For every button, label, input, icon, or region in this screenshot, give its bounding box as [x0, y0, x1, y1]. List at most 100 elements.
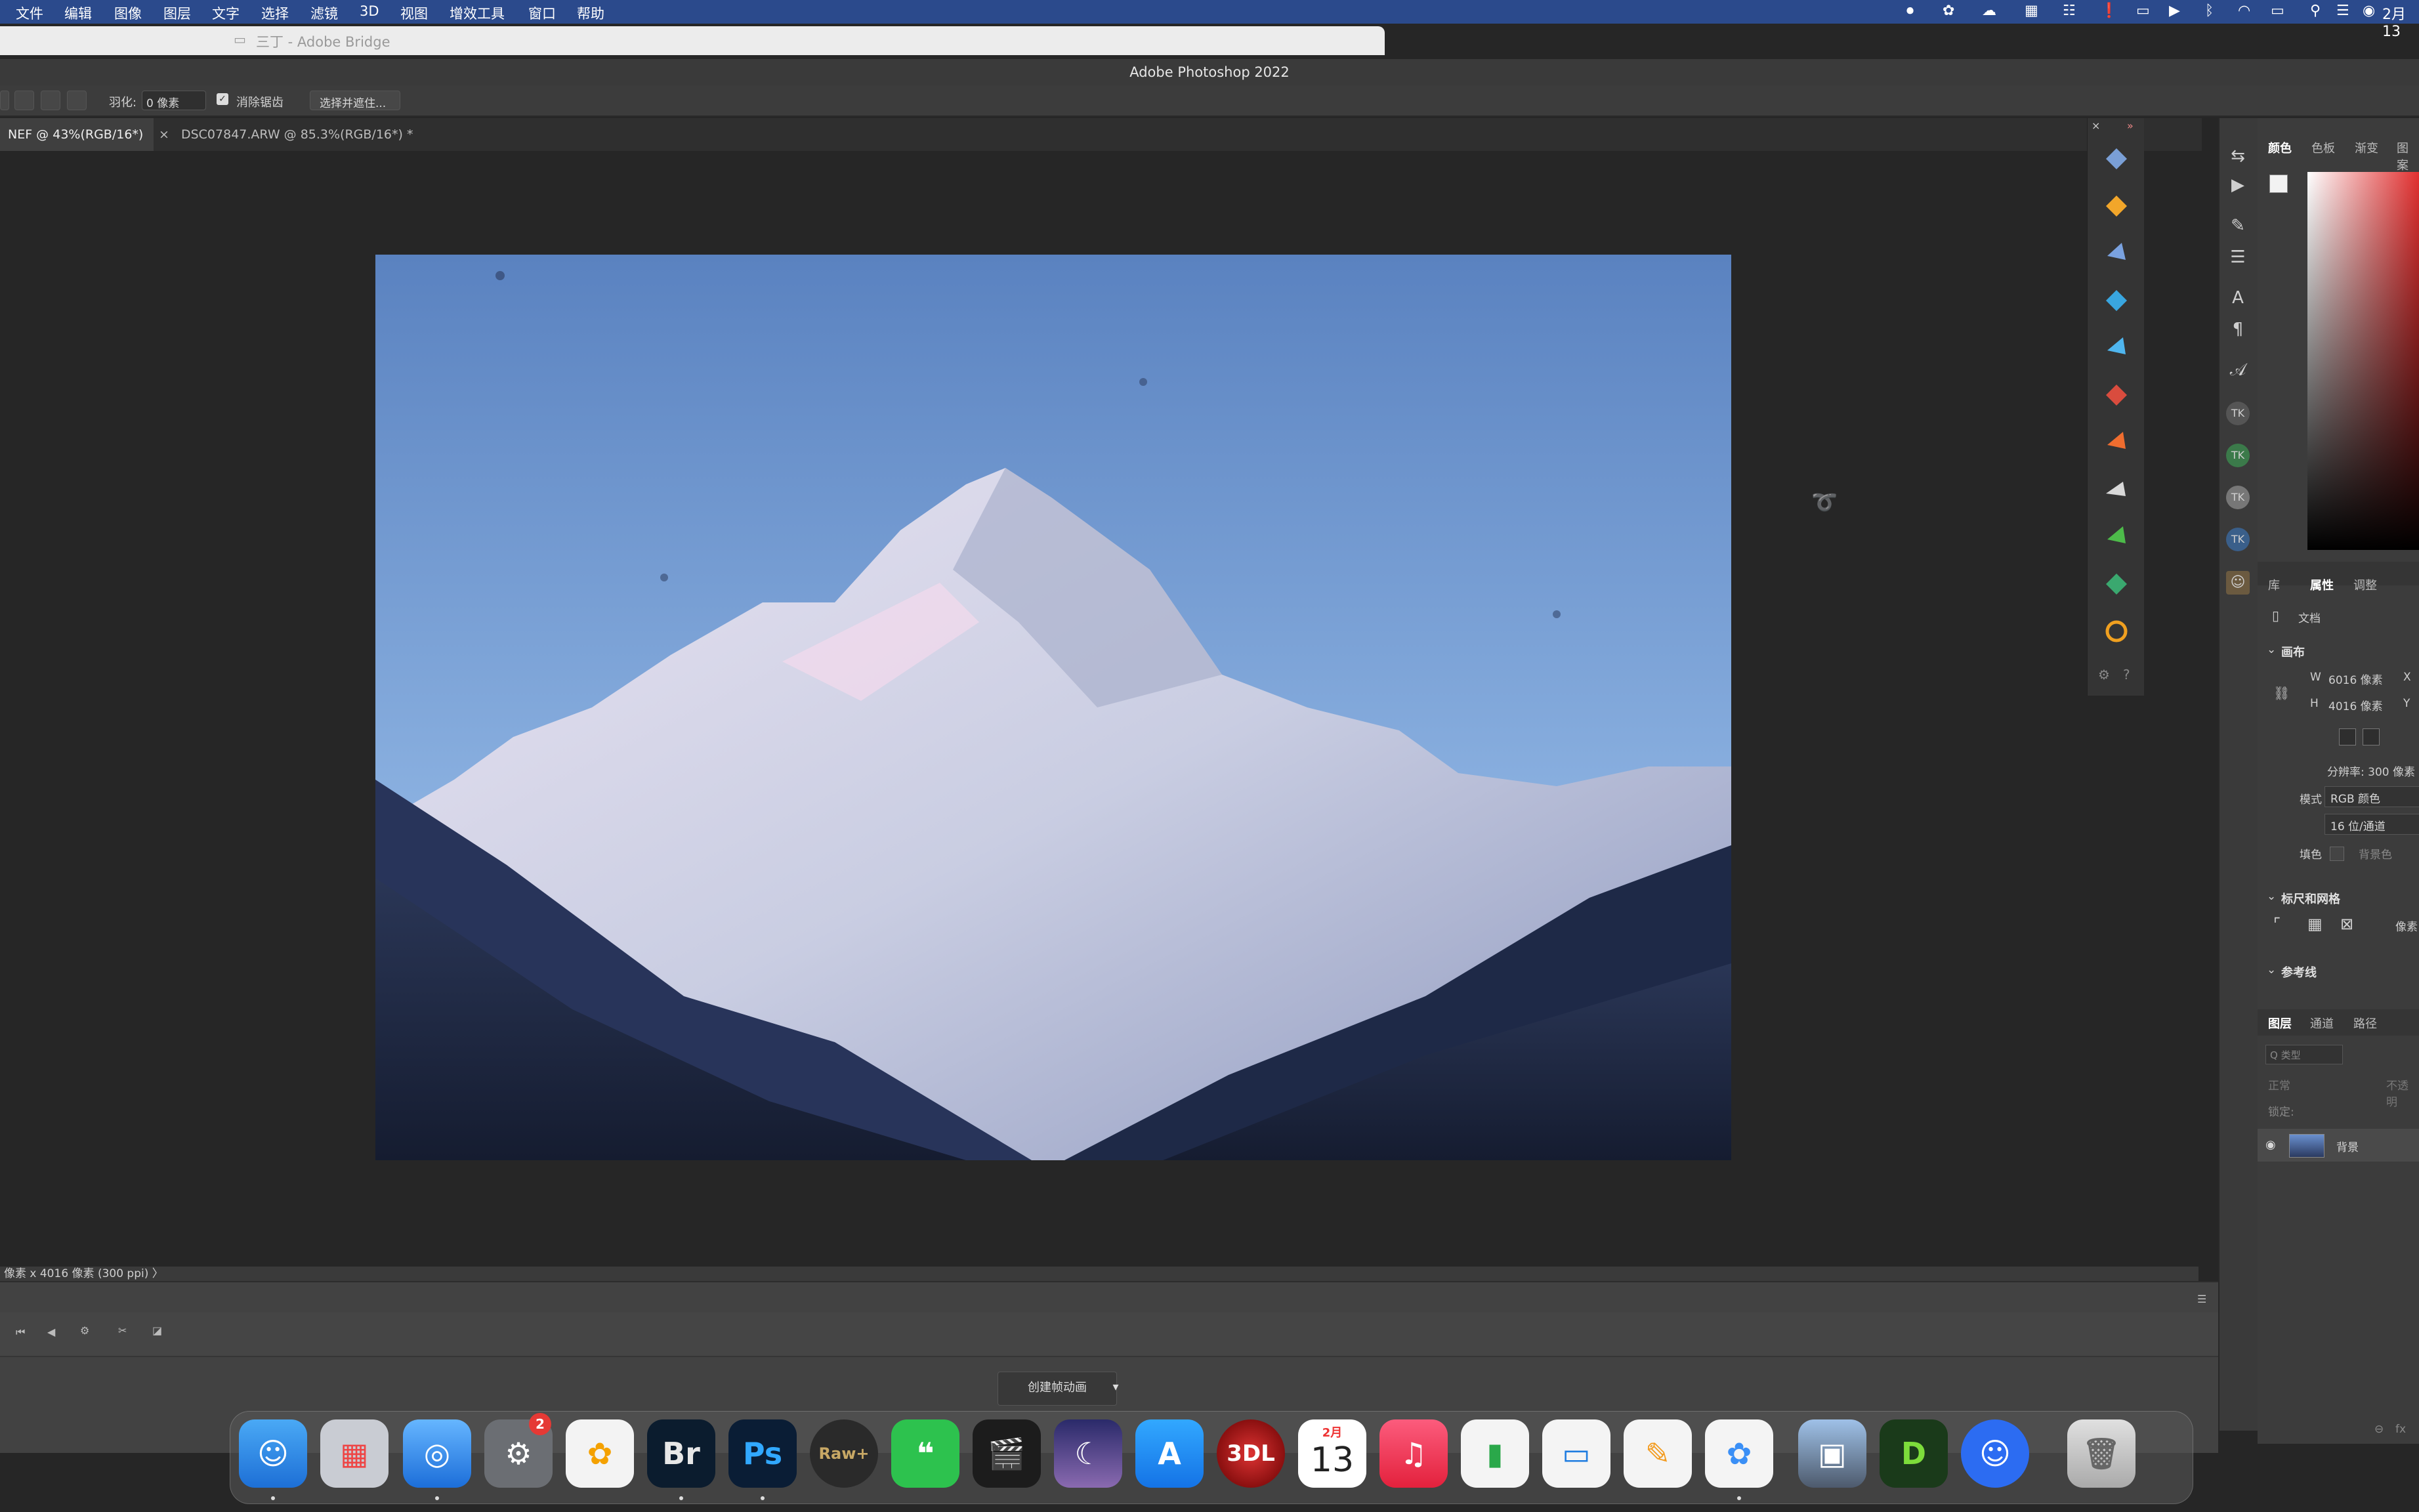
- menu-plugins[interactable]: 增效工具: [450, 3, 505, 23]
- tab-gradients[interactable]: 渐变: [2355, 139, 2378, 156]
- menu-window[interactable]: 窗口: [528, 3, 556, 23]
- settings-icon[interactable]: ⚙: [80, 1324, 89, 1337]
- tab-libraries[interactable]: 库: [2268, 576, 2280, 593]
- tab-dsc07847[interactable]: × DSC07847.ARW @ 85.3%(RGB/16*) *: [151, 118, 421, 151]
- dock-wechat[interactable]: ❝: [891, 1419, 959, 1488]
- dock-raw-plus[interactable]: Raw+: [810, 1419, 878, 1488]
- create-frame-animation-button[interactable]: 创建帧动画: [998, 1372, 1117, 1406]
- plugin-tool-8-icon[interactable]: [2103, 476, 2130, 503]
- fill-swatch[interactable]: [2330, 847, 2344, 861]
- tool-mode-add[interactable]: [14, 91, 34, 110]
- layer-row-background[interactable]: ◉ 背景: [2258, 1129, 2419, 1162]
- tool-mode-new[interactable]: [0, 91, 9, 110]
- plugin-tool-2-icon[interactable]: [2103, 193, 2130, 219]
- feather-input[interactable]: 0 像素: [142, 91, 206, 110]
- layer-name[interactable]: 背景: [2336, 1138, 2359, 1154]
- dock-preview[interactable]: ▣: [1798, 1419, 1866, 1488]
- tk-panel-3-icon[interactable]: TK: [2226, 486, 2250, 509]
- panel-menu-icon[interactable]: ☰: [2197, 1293, 2206, 1305]
- link-layers-icon[interactable]: ⊖: [2374, 1423, 2384, 1436]
- dock-launchpad[interactable]: ▦: [320, 1419, 389, 1488]
- rulers-section-title[interactable]: 标尺和网格: [2281, 890, 2340, 907]
- tab-paths[interactable]: 路径: [2353, 1015, 2377, 1032]
- guides-chevron-icon[interactable]: ⌄: [2267, 963, 2276, 976]
- plugin-tool-4-icon[interactable]: [2103, 287, 2130, 314]
- layer-filter-input[interactable]: Q 类型: [2265, 1045, 2343, 1064]
- select-and-mask-button[interactable]: 选择并遮住...: [310, 91, 400, 110]
- plugin-help-icon[interactable]: ?: [2123, 667, 2130, 682]
- history-icon[interactable]: ⇆: [2226, 144, 2250, 168]
- dock-baidu-netdisk[interactable]: ✿: [1705, 1419, 1773, 1488]
- dock-smiley-app[interactable]: ☺: [1961, 1419, 2029, 1488]
- apps-icon[interactable]: ☷: [2063, 3, 2076, 19]
- menu-filter[interactable]: 滤镜: [310, 3, 338, 23]
- tab-adjustments[interactable]: 调整: [2353, 576, 2377, 593]
- dock-trash[interactable]: 🗑: [2067, 1419, 2135, 1488]
- dock-photos[interactable]: ✿: [566, 1419, 634, 1488]
- creative-cloud-icon[interactable]: ☁: [1982, 3, 1996, 19]
- split-icon[interactable]: ✂: [118, 1324, 127, 1337]
- mode-select[interactable]: RGB 颜色: [2324, 786, 2419, 807]
- ruler-unit[interactable]: 像素: [2395, 917, 2418, 934]
- canvas-section-title[interactable]: 画布: [2281, 643, 2305, 660]
- glyphs-icon[interactable]: 𝒜: [2226, 358, 2250, 382]
- fx-button[interactable]: fx: [2395, 1423, 2406, 1436]
- plugin-tool-1-icon[interactable]: [2103, 146, 2130, 172]
- plugin-tool-7-icon[interactable]: [2103, 429, 2130, 455]
- menu-layer[interactable]: 图层: [163, 3, 191, 23]
- dock-final-cut-pro[interactable]: 🎬: [973, 1419, 1041, 1488]
- wifi-icon[interactable]: ◠: [2238, 3, 2250, 19]
- tk-panel-4-icon[interactable]: TK: [2226, 528, 2250, 551]
- dock-numbers[interactable]: ▮: [1461, 1419, 1529, 1488]
- adjust-sliders-icon[interactable]: ☰: [2226, 245, 2250, 269]
- dock-music[interactable]: ♫: [1379, 1419, 1448, 1488]
- guides-section-title[interactable]: 参考线: [2281, 963, 2317, 980]
- plugin-tool-11-icon[interactable]: [2103, 618, 2130, 644]
- bluetooth-icon[interactable]: ᛒ: [2205, 3, 2214, 19]
- menu-type[interactable]: 文字: [212, 3, 240, 23]
- dock-photoshop[interactable]: Ps: [728, 1419, 797, 1488]
- portrait-plugin-icon[interactable]: ☺: [2226, 571, 2250, 595]
- tool-mode-intersect[interactable]: [67, 91, 87, 110]
- menu-help[interactable]: 帮助: [577, 3, 604, 23]
- tab-close-icon[interactable]: ×: [159, 127, 169, 142]
- grid-toggle-icon[interactable]: ▦: [2307, 915, 2323, 933]
- dock-dxo[interactable]: D: [1880, 1419, 1948, 1488]
- canvas-image[interactable]: [375, 255, 1731, 1160]
- menu-image[interactable]: 图像: [114, 3, 142, 23]
- tk-panel-1-icon[interactable]: TK: [2226, 402, 2250, 425]
- dock-system-preferences[interactable]: ⚙ 2: [484, 1413, 553, 1488]
- tab-swatches[interactable]: 色板: [2311, 139, 2335, 156]
- antialias-checkbox[interactable]: ✓: [217, 93, 228, 105]
- prev-frame-icon[interactable]: ◀: [47, 1326, 55, 1338]
- panel-expand-icon[interactable]: »: [2127, 119, 2134, 132]
- foreground-swatch[interactable]: [2269, 175, 2288, 193]
- menu-select[interactable]: 选择: [261, 3, 289, 23]
- plugin-tool-9-icon[interactable]: [2103, 524, 2130, 550]
- transition-icon[interactable]: ◪: [152, 1324, 162, 1337]
- blend-mode-select[interactable]: 正常: [2268, 1076, 2290, 1093]
- search-icon[interactable]: ⚲: [2310, 3, 2321, 19]
- plugin-tool-3-icon[interactable]: [2103, 240, 2130, 266]
- tripod-icon[interactable]: ✿: [1943, 3, 1954, 19]
- color-picker-field[interactable]: [2307, 172, 2419, 550]
- character-icon[interactable]: A: [2226, 286, 2250, 310]
- tab-channels[interactable]: 通道: [2310, 1015, 2334, 1032]
- bridge-window[interactable]: ▭ 三丁 - Adobe Bridge: [0, 26, 1385, 55]
- first-frame-icon[interactable]: ⏮: [16, 1326, 25, 1339]
- dock-finder[interactable]: ☺: [239, 1419, 307, 1488]
- tab-properties[interactable]: 属性: [2310, 576, 2334, 593]
- fill-value[interactable]: 背景色: [2359, 845, 2392, 862]
- clock[interactable]: 2月13: [2382, 3, 2419, 40]
- opacity-label[interactable]: 不透明: [2386, 1076, 2419, 1109]
- height-value[interactable]: 4016 像素: [2328, 697, 2383, 713]
- record-icon[interactable]: ⏺: [1906, 3, 1914, 19]
- grid-icon[interactable]: ▦: [2025, 3, 2038, 19]
- pixel-grid-icon[interactable]: ⊠: [2340, 915, 2353, 933]
- dock-3dlut[interactable]: 3DL: [1217, 1419, 1285, 1488]
- screen-icon[interactable]: ▭: [2136, 3, 2150, 19]
- menu-file[interactable]: 文件: [16, 3, 43, 23]
- menu-view[interactable]: 视图: [400, 3, 428, 23]
- animation-dropdown[interactable]: ▾: [1106, 1374, 1125, 1400]
- portrait-orientation-icon[interactable]: [2339, 728, 2356, 746]
